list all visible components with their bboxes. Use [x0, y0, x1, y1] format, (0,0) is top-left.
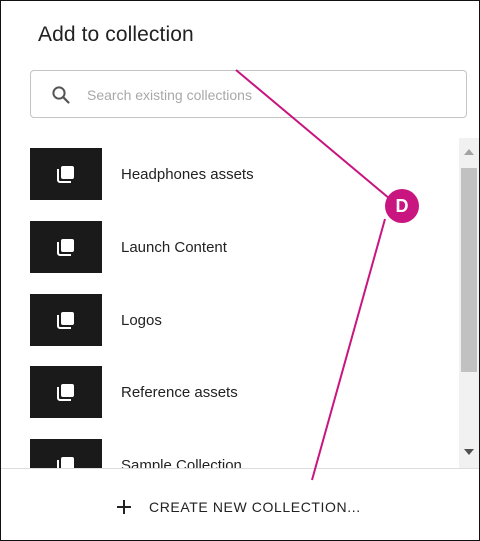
create-new-collection-label: CREATE NEW COLLECTION... — [149, 499, 361, 515]
collection-item-label: Sample Collection — [121, 456, 242, 469]
add-to-collection-dialog: Add to collection Headphones assets — [0, 0, 480, 541]
collection-stack-icon — [57, 239, 74, 256]
collection-item-launch-content[interactable]: Launch Content — [30, 221, 450, 273]
collection-item-logos[interactable]: Logos — [30, 294, 450, 346]
collection-item-headphones-assets[interactable]: Headphones assets — [30, 148, 450, 200]
create-new-collection-button[interactable]: CREATE NEW COLLECTION... — [115, 491, 361, 523]
scroll-up-arrow-icon[interactable] — [459, 142, 479, 162]
search-input[interactable] — [87, 81, 447, 109]
collection-thumbnail — [30, 439, 102, 468]
dialog-title: Add to collection — [38, 23, 194, 46]
collection-item-reference-assets[interactable]: Reference assets — [30, 366, 450, 418]
collection-thumbnail — [30, 148, 102, 200]
search-collections-field[interactable] — [30, 70, 467, 118]
list-scrollbar[interactable] — [459, 138, 479, 468]
collection-thumbnail — [30, 221, 102, 273]
scroll-thumb[interactable] — [461, 168, 477, 372]
collection-thumbnail — [30, 294, 102, 346]
collection-item-label: Launch Content — [121, 238, 227, 256]
collection-stack-icon — [57, 384, 74, 401]
collection-list: Headphones assets Launch Content Logos R… — [1, 138, 459, 468]
collection-stack-icon — [57, 166, 74, 183]
collection-item-label: Logos — [121, 311, 162, 329]
collection-item-label: Reference assets — [121, 383, 238, 401]
collection-stack-icon — [57, 312, 74, 329]
plus-icon — [117, 500, 131, 514]
collection-thumbnail — [30, 366, 102, 418]
search-icon — [52, 86, 70, 104]
collection-stack-icon — [57, 457, 74, 468]
collection-item-sample-collection[interactable]: Sample Collection — [30, 439, 450, 468]
dialog-footer: CREATE NEW COLLECTION... — [1, 468, 479, 540]
scroll-down-arrow-icon[interactable] — [459, 442, 479, 462]
collection-item-label: Headphones assets — [121, 165, 254, 183]
